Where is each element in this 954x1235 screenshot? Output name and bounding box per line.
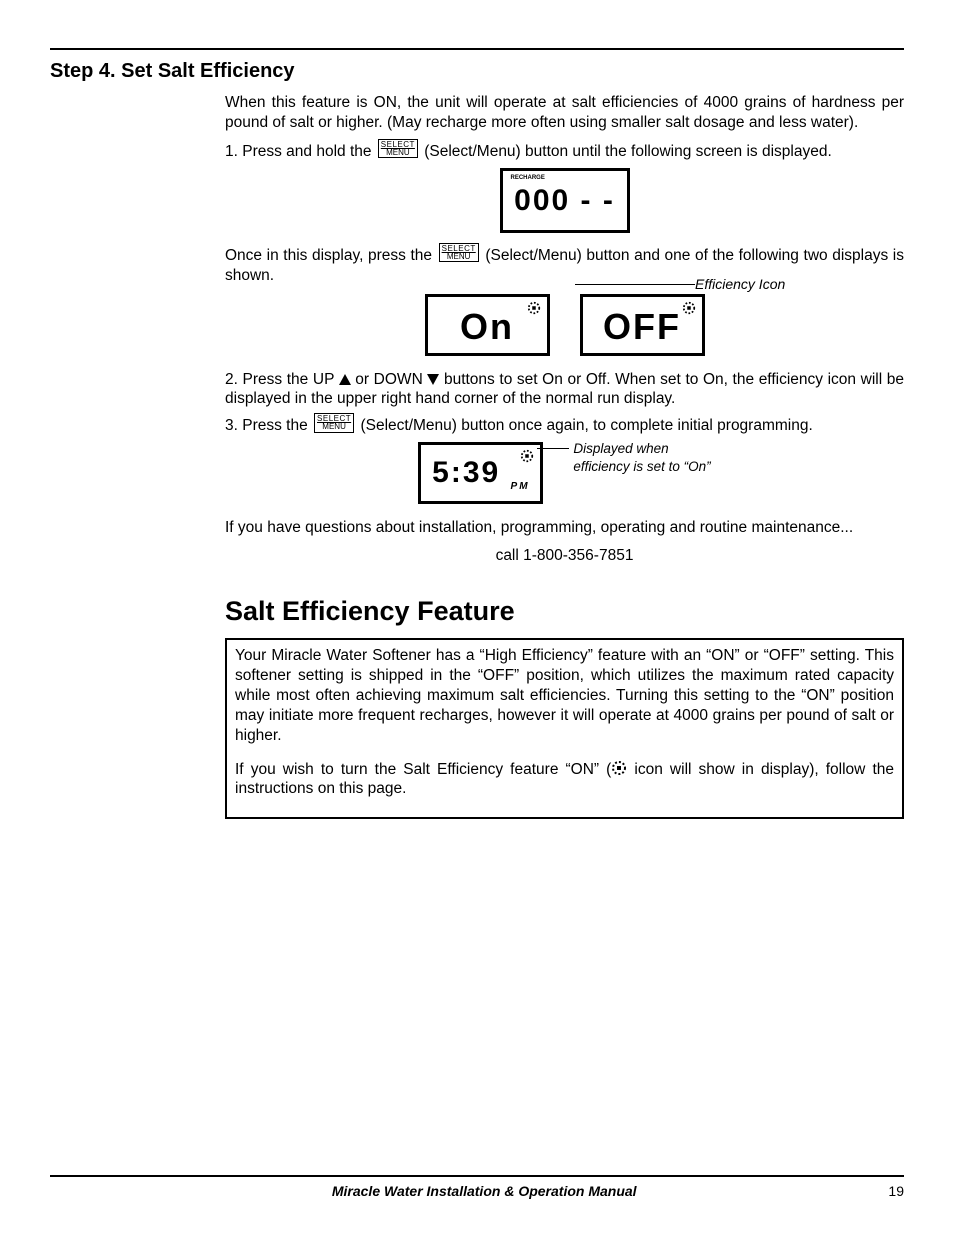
step-li-1: 1. Press and hold the SELECTMENU (Select… xyxy=(225,139,904,162)
footer-title: Miracle Water Installation & Operation M… xyxy=(80,1183,888,1199)
li3-b: (Select/Menu) button once again, to comp… xyxy=(360,417,812,434)
select-menu-button-icon: SELECTMENU xyxy=(439,243,479,262)
sef-p1: Your Miracle Water Softener has a “High … xyxy=(235,646,894,745)
up-arrow-icon xyxy=(339,374,351,385)
step-mid: Once in this display, press the SELECTME… xyxy=(225,243,904,286)
li1-text-b: (Select/Menu) button until the following… xyxy=(424,143,832,160)
clock-annotation: Displayed whenefficiency is set to “On” xyxy=(573,440,710,502)
efficiency-icon xyxy=(527,301,541,315)
li2-b: or DOWN xyxy=(351,371,428,388)
efficiency-icon xyxy=(520,449,534,463)
sef-box: Your Miracle Water Softener has a “High … xyxy=(225,638,904,819)
step-content: When this feature is ON, the unit will o… xyxy=(225,93,904,819)
step-intro: When this feature is ON, the unit will o… xyxy=(225,93,904,133)
step-title: Step 4. Set Salt Efficiency xyxy=(50,60,904,83)
lcd-onoff-figure: On OFF Efficiency Icon xyxy=(225,294,904,356)
select-menu-button-icon: SELECTMENU xyxy=(314,413,354,432)
lcd-clock-figure: 5:39 PM Displayed whenefficiency is set … xyxy=(225,442,904,504)
sef-p2: If you wish to turn the Salt Efficiency … xyxy=(235,760,894,800)
call-number: call 1-800-356-7851 xyxy=(225,546,904,566)
step-li-3: 3. Press the SELECTMENU (Select/Menu) bu… xyxy=(225,413,904,436)
lcd-display-off: OFF xyxy=(580,294,705,356)
lcd-code-figure: RECHARGE 000 - - xyxy=(225,168,904,233)
sef-title: Salt Efficiency Feature xyxy=(225,594,904,629)
lcd-display-on: On xyxy=(425,294,550,356)
lcd-display-clock: 5:39 PM xyxy=(418,442,543,504)
step-li-2: 2. Press the UP or DOWN buttons to set O… xyxy=(225,370,904,410)
mid-a: Once in this display, press the xyxy=(225,247,437,264)
efficiency-icon xyxy=(682,301,696,315)
down-arrow-icon xyxy=(427,374,439,385)
top-rule xyxy=(50,48,904,50)
li3-a: 3. Press the xyxy=(225,417,312,434)
li2-a: 2. Press the UP xyxy=(225,371,339,388)
page-footer: Miracle Water Installation & Operation M… xyxy=(50,1175,904,1199)
lcd-display-code: RECHARGE 000 - - xyxy=(500,168,630,233)
li1-text-a: 1. Press and hold the xyxy=(225,143,376,160)
select-menu-button-icon: SELECTMENU xyxy=(378,139,418,158)
efficiency-icon-label: Efficiency Icon xyxy=(695,276,785,294)
questions-text: If you have questions about installation… xyxy=(225,518,904,538)
efficiency-icon xyxy=(611,760,627,774)
lcd-recharge-label: RECHARGE xyxy=(511,175,545,183)
page-number: 19 xyxy=(888,1183,904,1199)
